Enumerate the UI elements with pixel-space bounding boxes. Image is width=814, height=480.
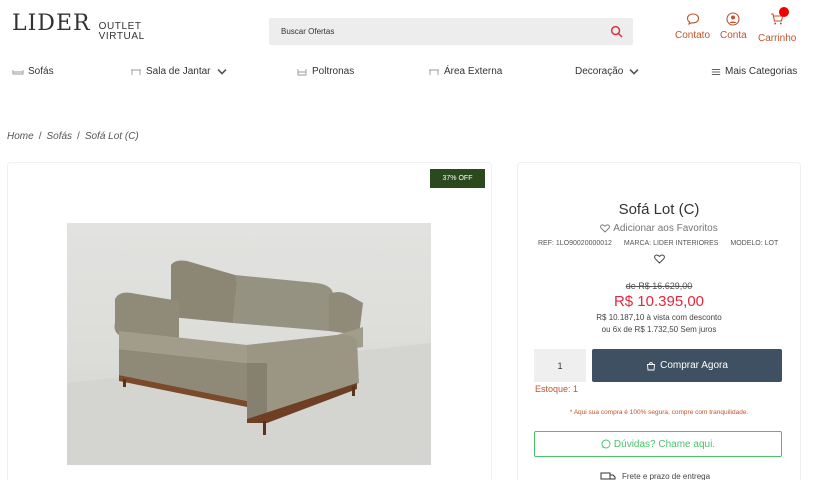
add-to-favorites-link[interactable]: Adicionar aos Favoritos (517, 223, 801, 234)
heart-outline-icon[interactable] (654, 254, 665, 264)
cart-label: Carrinho (758, 33, 797, 44)
old-price: de R$ 16.629,00 (625, 281, 693, 291)
breadcrumb-current: Sofá Lot (C) (84, 131, 139, 142)
nav-item-decoracao[interactable]: Decoração (575, 66, 644, 77)
cart-icon-wrap (770, 7, 790, 33)
category-nav: Sofás Sala de Jantar Poltronas Área Exte… (0, 62, 814, 82)
contact-button[interactable]: Contato (675, 12, 710, 41)
sofa-illustration (67, 260, 431, 465)
nav-label-sofas: Sofás (28, 66, 54, 77)
installment-note: ou 6x de R$ 1.732,50 Sem juros (601, 325, 717, 334)
chat-bubble-icon (686, 13, 699, 26)
discount-badge: 37% OFF (430, 169, 485, 188)
buy-now-button[interactable]: Comprar Agora (592, 349, 782, 382)
contact-label: Contato (675, 30, 711, 41)
favorites-label: Adicionar aos Favoritos (613, 223, 718, 234)
nav-label-area-externa: Área Externa (444, 66, 503, 77)
breadcrumb-sofas[interactable]: Sofás (46, 131, 72, 142)
table-icon (131, 69, 141, 75)
search-bar (269, 18, 633, 45)
breadcrumb-separator: / (38, 131, 42, 142)
account-label: Conta (720, 30, 747, 41)
armchair-icon (297, 68, 307, 75)
logo-main-text: LIDER (12, 11, 91, 36)
shipping-calculator[interactable]: Frete e prazo de entrega (600, 471, 710, 480)
chevron-down-icon (629, 68, 639, 75)
product-title: Sofá Lot (C) (618, 201, 700, 218)
sofa-icon (12, 69, 24, 74)
outdoor-icon (429, 69, 439, 75)
chevron-down-icon (216, 68, 227, 75)
whatsapp-label: Dúvidas? Chame aqui. (613, 438, 716, 450)
shipping-label: Frete e prazo de entrega (622, 471, 711, 480)
nav-item-poltronas[interactable]: Poltronas (296, 66, 354, 77)
truck-icon (600, 472, 616, 480)
breadcrumb-separator: / (77, 131, 80, 142)
nav-item-sala-de-jantar[interactable]: Sala de Jantar (130, 66, 232, 77)
site-logo[interactable]: LIDER OUTLET VIRTUAL (12, 10, 145, 42)
cart-button[interactable]: Carrinho (758, 7, 797, 44)
whatsapp-button[interactable]: Dúvidas? Chame aqui. (534, 431, 782, 457)
cash-price-note: R$ 10.187,10 à vista com desconto (596, 313, 722, 322)
account-button[interactable]: Conta (720, 12, 747, 41)
breadcrumb-home[interactable]: Home (7, 131, 34, 142)
product-meta: REF: 1LO90020000012 MARCA: LIDER INTERIO… (538, 240, 788, 247)
menu-icon (711, 68, 721, 75)
product-ref: REF: 1LO90020000012 (538, 240, 612, 247)
product-brand: MARCA: LIDER INTERIORES (623, 240, 719, 247)
nav-label-poltronas: Poltronas (312, 66, 355, 77)
product-model: MODELO: LOT (730, 240, 779, 247)
site-header: LIDER OUTLET VIRTUAL Contato Conta (0, 0, 814, 56)
stock-label: Estoque: 1 (535, 384, 579, 394)
search-input[interactable] (281, 18, 591, 45)
heart-outline-icon (600, 224, 611, 233)
search-icon[interactable] (610, 25, 623, 38)
buy-now-label: Comprar Agora (660, 360, 728, 371)
whatsapp-icon (601, 439, 611, 449)
nav-label-mais-categorias: Mais Categorias (725, 66, 798, 77)
cart-count-dot (779, 7, 790, 17)
logo-sub-text: OUTLET VIRTUAL (99, 22, 145, 42)
nav-item-mais-categorias[interactable]: Mais Categorias (711, 66, 797, 77)
quantity-input[interactable] (534, 349, 586, 382)
breadcrumb: Home / Sofás / Sofá Lot (C) (7, 131, 139, 142)
nav-item-area-externa[interactable]: Área Externa (428, 66, 502, 77)
nav-label-decoracao: Decoração (575, 66, 624, 77)
shopping-bag-icon (647, 361, 656, 370)
user-icon (726, 12, 740, 26)
logo-sub-line2: VIRTUAL (98, 31, 145, 42)
current-price: R$ 10.395,00 (613, 293, 705, 310)
product-photo[interactable] (67, 223, 431, 465)
secure-purchase-note: * Aqui sua compra é 100% segura, compre … (569, 409, 749, 416)
nav-item-sofas[interactable]: Sofás (12, 66, 54, 77)
nav-label-sala-de-jantar: Sala de Jantar (146, 66, 211, 77)
